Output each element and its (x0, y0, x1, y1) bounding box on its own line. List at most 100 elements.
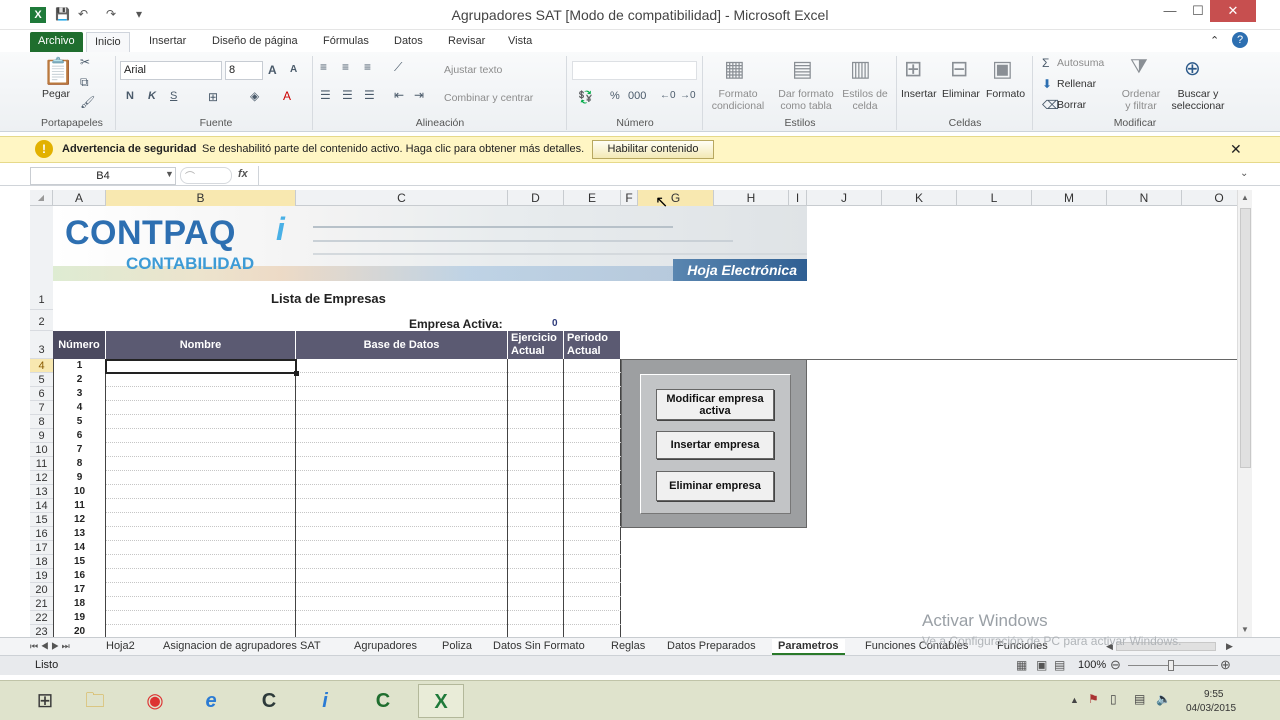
fill-button[interactable]: Rellenar (1057, 78, 1096, 90)
column-header[interactable]: H (714, 190, 789, 206)
copy-icon[interactable]: ⧉ (80, 75, 89, 90)
expand-formula-icon[interactable]: ⌄ (1240, 168, 1248, 179)
format-table-icon[interactable]: ▤ (792, 56, 813, 82)
view-page-break-icon[interactable]: ▤ (1054, 658, 1065, 672)
row-header[interactable]: 8 (30, 415, 53, 429)
sheet-tab[interactable]: Hoja2 (100, 639, 141, 655)
numero-cell[interactable]: 9 (53, 472, 106, 483)
sheet-tab[interactable]: Datos Preparados (661, 639, 762, 655)
select-all-corner[interactable]: ◢ (30, 190, 53, 206)
column-header[interactable]: F (621, 190, 638, 206)
contpaq-app-icon[interactable]: C (246, 684, 292, 718)
numero-cell[interactable]: 20 (53, 626, 106, 637)
align-right-icon[interactable]: ☰ (364, 88, 375, 102)
column-header[interactable]: A (53, 190, 106, 206)
insertar-empresa-button[interactable]: Insertar empresa (656, 431, 774, 459)
paste-button[interactable]: Pegar (42, 88, 70, 100)
decrease-font-icon[interactable]: A (290, 64, 297, 75)
row-header[interactable]: 18 (30, 555, 53, 569)
delete-cells-icon[interactable]: ⊟ (950, 56, 968, 82)
insert-cells-button[interactable]: Insertar (901, 88, 937, 100)
row-header[interactable]: 12 (30, 471, 53, 485)
tab-insertar[interactable]: Insertar (141, 32, 194, 52)
worksheet-grid[interactable]: ◢ A B C D E F G H I J K L M N O 1 2 3 45… (30, 190, 1237, 637)
network-icon[interactable]: ▤ (1134, 692, 1145, 706)
tab-vista[interactable]: Vista (500, 32, 540, 52)
numero-cell[interactable]: 16 (53, 570, 106, 581)
row-header[interactable]: 9 (30, 429, 53, 443)
tab-archivo[interactable]: Archivo (30, 32, 83, 52)
bold-icon[interactable]: N (126, 90, 134, 102)
conditional-format-icon[interactable]: ▦ (724, 56, 745, 82)
selected-cell[interactable] (105, 359, 297, 374)
merge-center-button[interactable]: Combinar y centrar (444, 92, 533, 104)
column-header[interactable]: N (1107, 190, 1182, 206)
numero-cell[interactable]: 1 (53, 360, 106, 371)
row-header[interactable]: 1 (30, 206, 53, 310)
scroll-thumb[interactable] (1240, 208, 1251, 468)
find-select-icon[interactable]: ⊕ (1184, 56, 1201, 81)
view-normal-icon[interactable]: ▦ (1016, 658, 1027, 672)
column-header[interactable]: J (807, 190, 882, 206)
align-center-icon[interactable]: ☰ (342, 88, 353, 102)
underline-icon[interactable]: S (170, 90, 177, 102)
align-top-icon[interactable]: ≡ (320, 60, 327, 74)
row-header[interactable]: 21 (30, 597, 53, 611)
numero-cell[interactable]: 7 (53, 444, 106, 455)
insert-cells-icon[interactable]: ⊞ (904, 56, 922, 82)
tab-revisar[interactable]: Revisar (440, 32, 493, 52)
decrease-decimal-icon[interactable]: →0 (680, 90, 696, 101)
row-header[interactable]: 4 (30, 359, 53, 373)
row-header[interactable]: 10 (30, 443, 53, 457)
tab-inicio[interactable]: Inicio (86, 32, 130, 52)
numero-cell[interactable]: 15 (53, 556, 106, 567)
internet-explorer-icon[interactable]: e (188, 684, 234, 718)
numero-cell[interactable]: 14 (53, 542, 106, 553)
sheet-tab[interactable]: Poliza (436, 639, 478, 655)
zoom-in-icon[interactable]: ⊕ (1220, 657, 1231, 673)
taskbar-date[interactable]: 04/03/2015 (1186, 703, 1236, 714)
autosum-button[interactable]: Autosuma (1057, 57, 1104, 69)
column-header[interactable]: C (296, 190, 508, 206)
hscroll-right-icon[interactable]: ▶ (1220, 639, 1239, 655)
numero-cell[interactable]: 5 (53, 416, 106, 427)
windows-start-icon[interactable]: ⊞ (22, 684, 68, 718)
delete-cells-button[interactable]: Eliminar (942, 88, 980, 100)
numero-cell[interactable]: 3 (53, 388, 106, 399)
conditional-format-button[interactable]: Formato condicional (708, 88, 768, 112)
column-header[interactable]: G (638, 190, 714, 206)
autosum-icon[interactable]: Σ (1042, 56, 1049, 70)
file-explorer-icon[interactable]: 🗀 (72, 684, 118, 718)
format-cells-button[interactable]: Formato (986, 88, 1025, 100)
zoom-slider-thumb[interactable] (1168, 660, 1174, 671)
row-header[interactable]: 23 (30, 625, 53, 637)
zoom-out-icon[interactable]: ⊖ (1110, 657, 1121, 673)
comma-style-icon[interactable]: 000 (628, 90, 646, 102)
row-header[interactable]: 14 (30, 499, 53, 513)
modificar-empresa-button[interactable]: Modificar empresa activa (656, 389, 774, 420)
cell-styles-button[interactable]: Estilos de celda (840, 88, 890, 112)
find-select-button[interactable]: Buscar y seleccionar (1166, 88, 1230, 112)
contpaq-green-icon[interactable]: C (360, 684, 406, 718)
increase-font-icon[interactable]: A (268, 63, 277, 77)
decrease-indent-icon[interactable]: ⇤ (394, 88, 404, 102)
contpaq-i-app-icon[interactable]: i (302, 684, 348, 718)
name-box[interactable]: B4 (30, 167, 176, 185)
row-header[interactable]: 15 (30, 513, 53, 527)
minimize-ribbon-icon[interactable]: ⌃ (1210, 32, 1219, 52)
row-header[interactable]: 3 (30, 331, 53, 359)
row-header[interactable]: 6 (30, 387, 53, 401)
numero-cell[interactable]: 17 (53, 584, 106, 595)
row-header[interactable]: 22 (30, 611, 53, 625)
row-header[interactable]: 16 (30, 527, 53, 541)
minimize-button[interactable]: — (1155, 0, 1185, 22)
row-header[interactable]: 19 (30, 569, 53, 583)
formula-bar-resize-handle[interactable]: ⌒ (180, 167, 232, 184)
tab-datos[interactable]: Datos (386, 32, 431, 52)
name-box-dropdown-icon[interactable]: ▼ (165, 169, 174, 179)
volume-icon[interactable]: 🔈 (1156, 692, 1171, 706)
row-header[interactable]: 20 (30, 583, 53, 597)
cell-styles-icon[interactable]: ▥ (850, 56, 871, 82)
close-button[interactable]: ✕ (1210, 0, 1256, 22)
row-header[interactable]: 2 (30, 310, 53, 331)
